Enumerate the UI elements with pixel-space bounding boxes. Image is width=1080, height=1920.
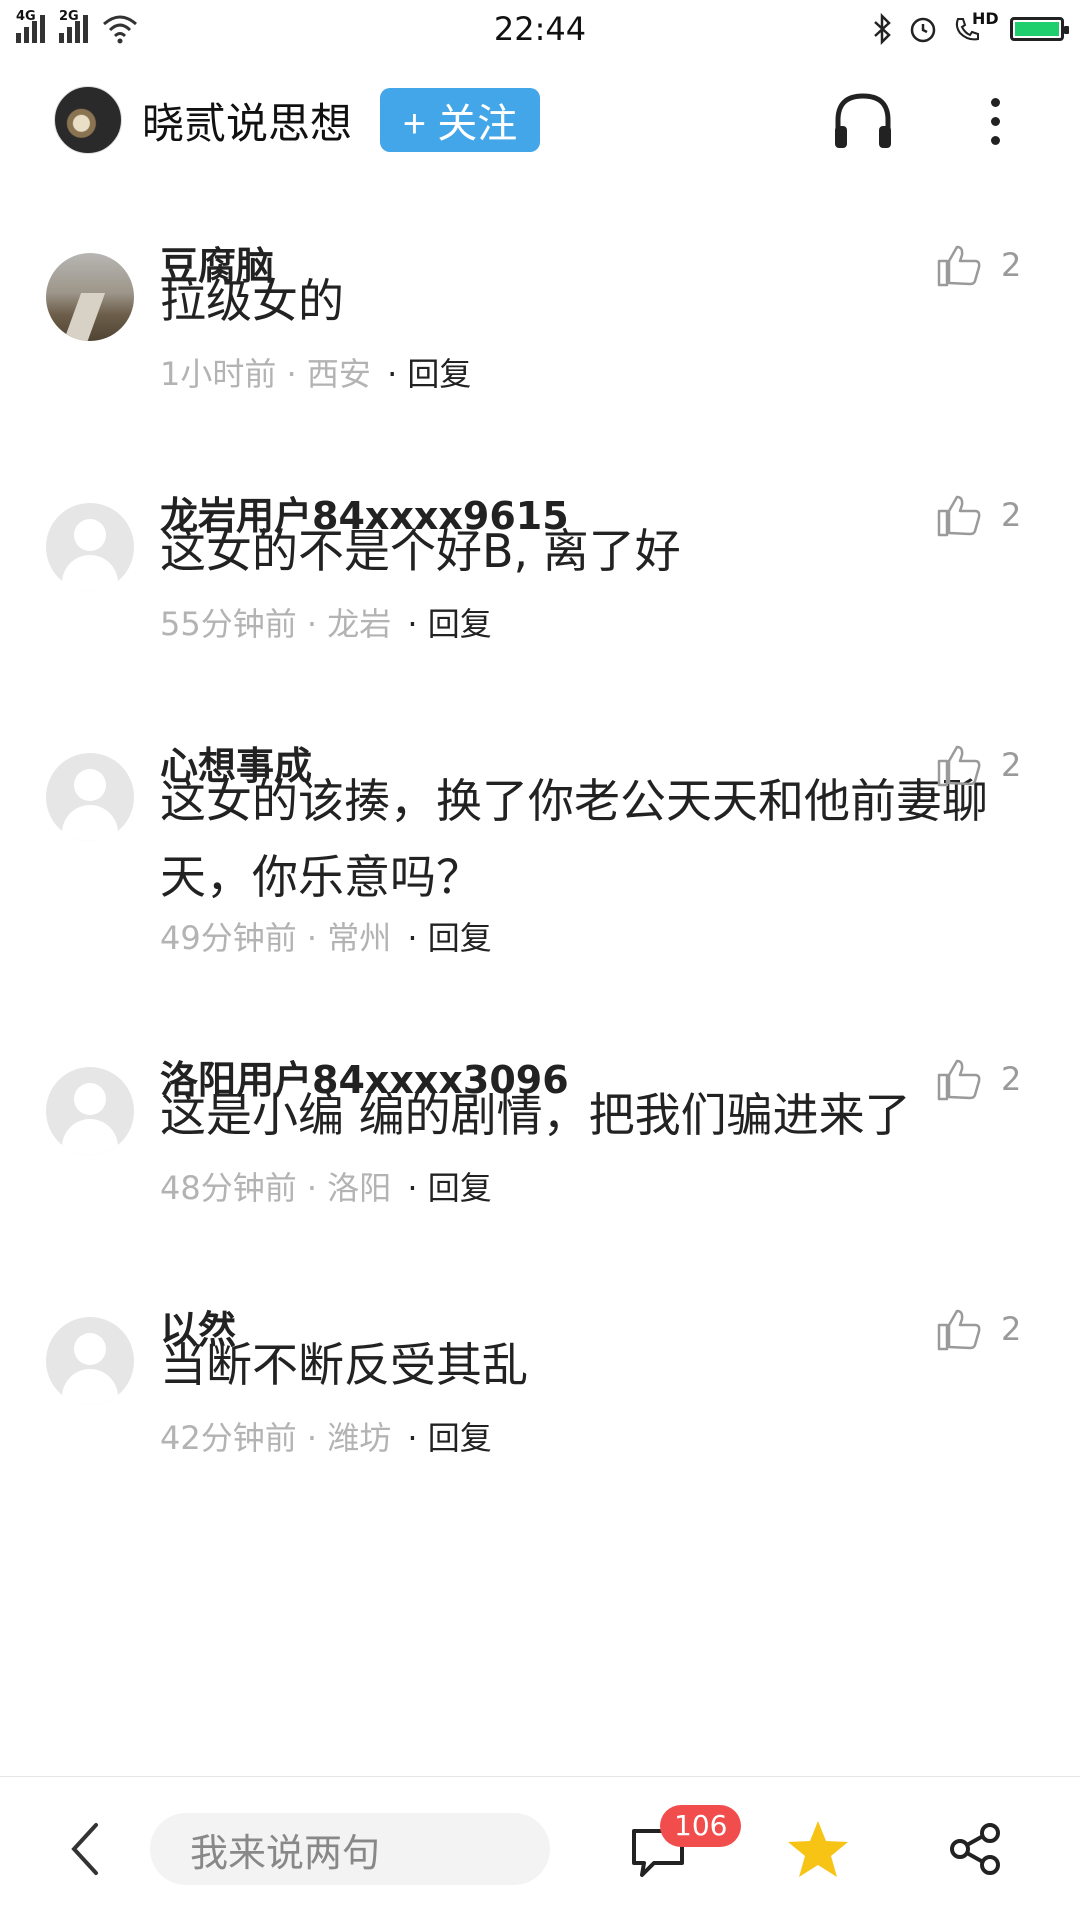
comment-time-location: 55分钟前 · 龙岩	[160, 605, 392, 643]
reply-button[interactable]: · 回复	[387, 355, 471, 393]
like-button[interactable]: 2	[935, 1055, 1021, 1103]
like-count: 2	[1001, 746, 1022, 784]
comment-meta: 42分钟前 · 潍坊 · 回复	[160, 1413, 492, 1459]
avatar[interactable]	[46, 753, 134, 841]
avatar[interactable]	[46, 1317, 134, 1405]
thumbs-up-icon	[937, 245, 981, 287]
comment-input[interactable]: 我来说两句	[150, 1813, 550, 1885]
like-button[interactable]: 2	[935, 1305, 1021, 1353]
like-count: 2	[1001, 1060, 1022, 1098]
thumbs-up-icon	[937, 745, 981, 787]
bottom-toolbar: 我来说两句 106	[0, 1776, 1080, 1920]
headphone-icon[interactable]	[830, 88, 896, 154]
hd-label: HD	[972, 9, 999, 28]
star-icon[interactable]	[786, 1817, 850, 1881]
comment-text: 这女的该揍，换了你老公天天和他前妻聊天，你乐意吗？	[160, 774, 988, 904]
comment-text: 拉级女的	[160, 274, 344, 328]
battery-icon	[1010, 17, 1069, 41]
back-arrow-icon[interactable]	[66, 1821, 106, 1877]
follow-button[interactable]: + 关注	[380, 88, 541, 152]
like-count: 2	[1001, 1310, 1022, 1348]
avatar[interactable]	[46, 503, 134, 591]
alarm-icon	[910, 17, 936, 43]
comment-meta: 48分钟前 · 洛阳 · 回复	[160, 1163, 492, 1209]
network-type-1: 4G	[16, 9, 36, 24]
reply-button[interactable]: · 回复	[407, 919, 491, 957]
thumbs-up-icon	[937, 495, 981, 537]
signal-icon-2: 2G	[59, 9, 88, 43]
share-icon[interactable]	[948, 1821, 1004, 1877]
comment-item: 豆腐脑 拉级女的 1小时前 · 西安 · 回复 2	[0, 215, 1080, 465]
avatar[interactable]	[46, 1067, 134, 1155]
status-left: 4G 2G	[16, 9, 138, 44]
comment-time-location: 42分钟前 · 潍坊	[160, 1419, 392, 1457]
signal-icon-1: 4G	[16, 9, 45, 43]
thumbs-up-icon	[937, 1309, 981, 1351]
wifi-icon	[103, 15, 137, 44]
like-count: 2	[1001, 496, 1022, 534]
comment-meta: 49分钟前 · 常州 · 回复	[160, 913, 492, 959]
comment-time-location: 1小时前 · 西安	[160, 355, 371, 393]
article-header: 晓贰说思想 + 关注	[0, 70, 1080, 170]
comment-text: 这是小编 编的剧情，把我们骗进来了	[160, 1088, 911, 1142]
comment-text: 当断不断反受其乱	[160, 1338, 528, 1392]
comment-item: 洛阳用户84xxxx3096 这是小编 编的剧情，把我们骗进来了 48分钟前 ·…	[0, 1029, 1080, 1279]
hd-call-icon: HD	[952, 9, 999, 45]
comment-meta: 1小时前 · 西安 · 回复	[160, 349, 471, 395]
more-options-icon[interactable]	[980, 88, 1010, 154]
comment-time-location: 49分钟前 · 常州	[160, 919, 392, 957]
like-count: 2	[1001, 246, 1022, 284]
author-avatar[interactable]	[54, 86, 122, 154]
status-right: HD	[872, 9, 1069, 45]
reply-button[interactable]: · 回复	[407, 1169, 491, 1207]
author-name[interactable]: 晓贰说思想	[142, 90, 352, 151]
comment-item: 龙岩用户84xxxx9615 这女的不是个好B, 离了好 55分钟前 · 龙岩 …	[0, 465, 1080, 715]
like-button[interactable]: 2	[935, 741, 1021, 789]
like-button[interactable]: 2	[935, 491, 1021, 539]
avatar[interactable]	[46, 253, 134, 341]
comment-list: 豆腐脑 拉级女的 1小时前 · 西安 · 回复 2 龙岩用户84xxxx9615…	[0, 215, 1080, 1529]
thumbs-up-icon	[937, 1059, 981, 1101]
reply-button[interactable]: · 回复	[407, 605, 491, 643]
bluetooth-icon	[874, 13, 891, 45]
comment-text: 这女的不是个好B, 离了好	[160, 524, 681, 578]
comment-time-location: 48分钟前 · 洛阳	[160, 1169, 392, 1207]
reply-button[interactable]: · 回复	[407, 1419, 491, 1457]
status-bar: 4G 2G HD 22:44	[0, 0, 1080, 58]
comment-item: 以然 当断不断反受其乱 42分钟前 · 潍坊 · 回复 2	[0, 1279, 1080, 1529]
comment-meta: 55分钟前 · 龙岩 · 回复	[160, 599, 492, 645]
like-button[interactable]: 2	[935, 241, 1021, 289]
network-type-2: 2G	[59, 9, 79, 24]
comment-count-badge: 106	[660, 1805, 742, 1847]
comment-item: 心想事成 这女的该揍，换了你老公天天和他前妻聊天，你乐意吗？ 49分钟前 · 常…	[0, 715, 1080, 1029]
